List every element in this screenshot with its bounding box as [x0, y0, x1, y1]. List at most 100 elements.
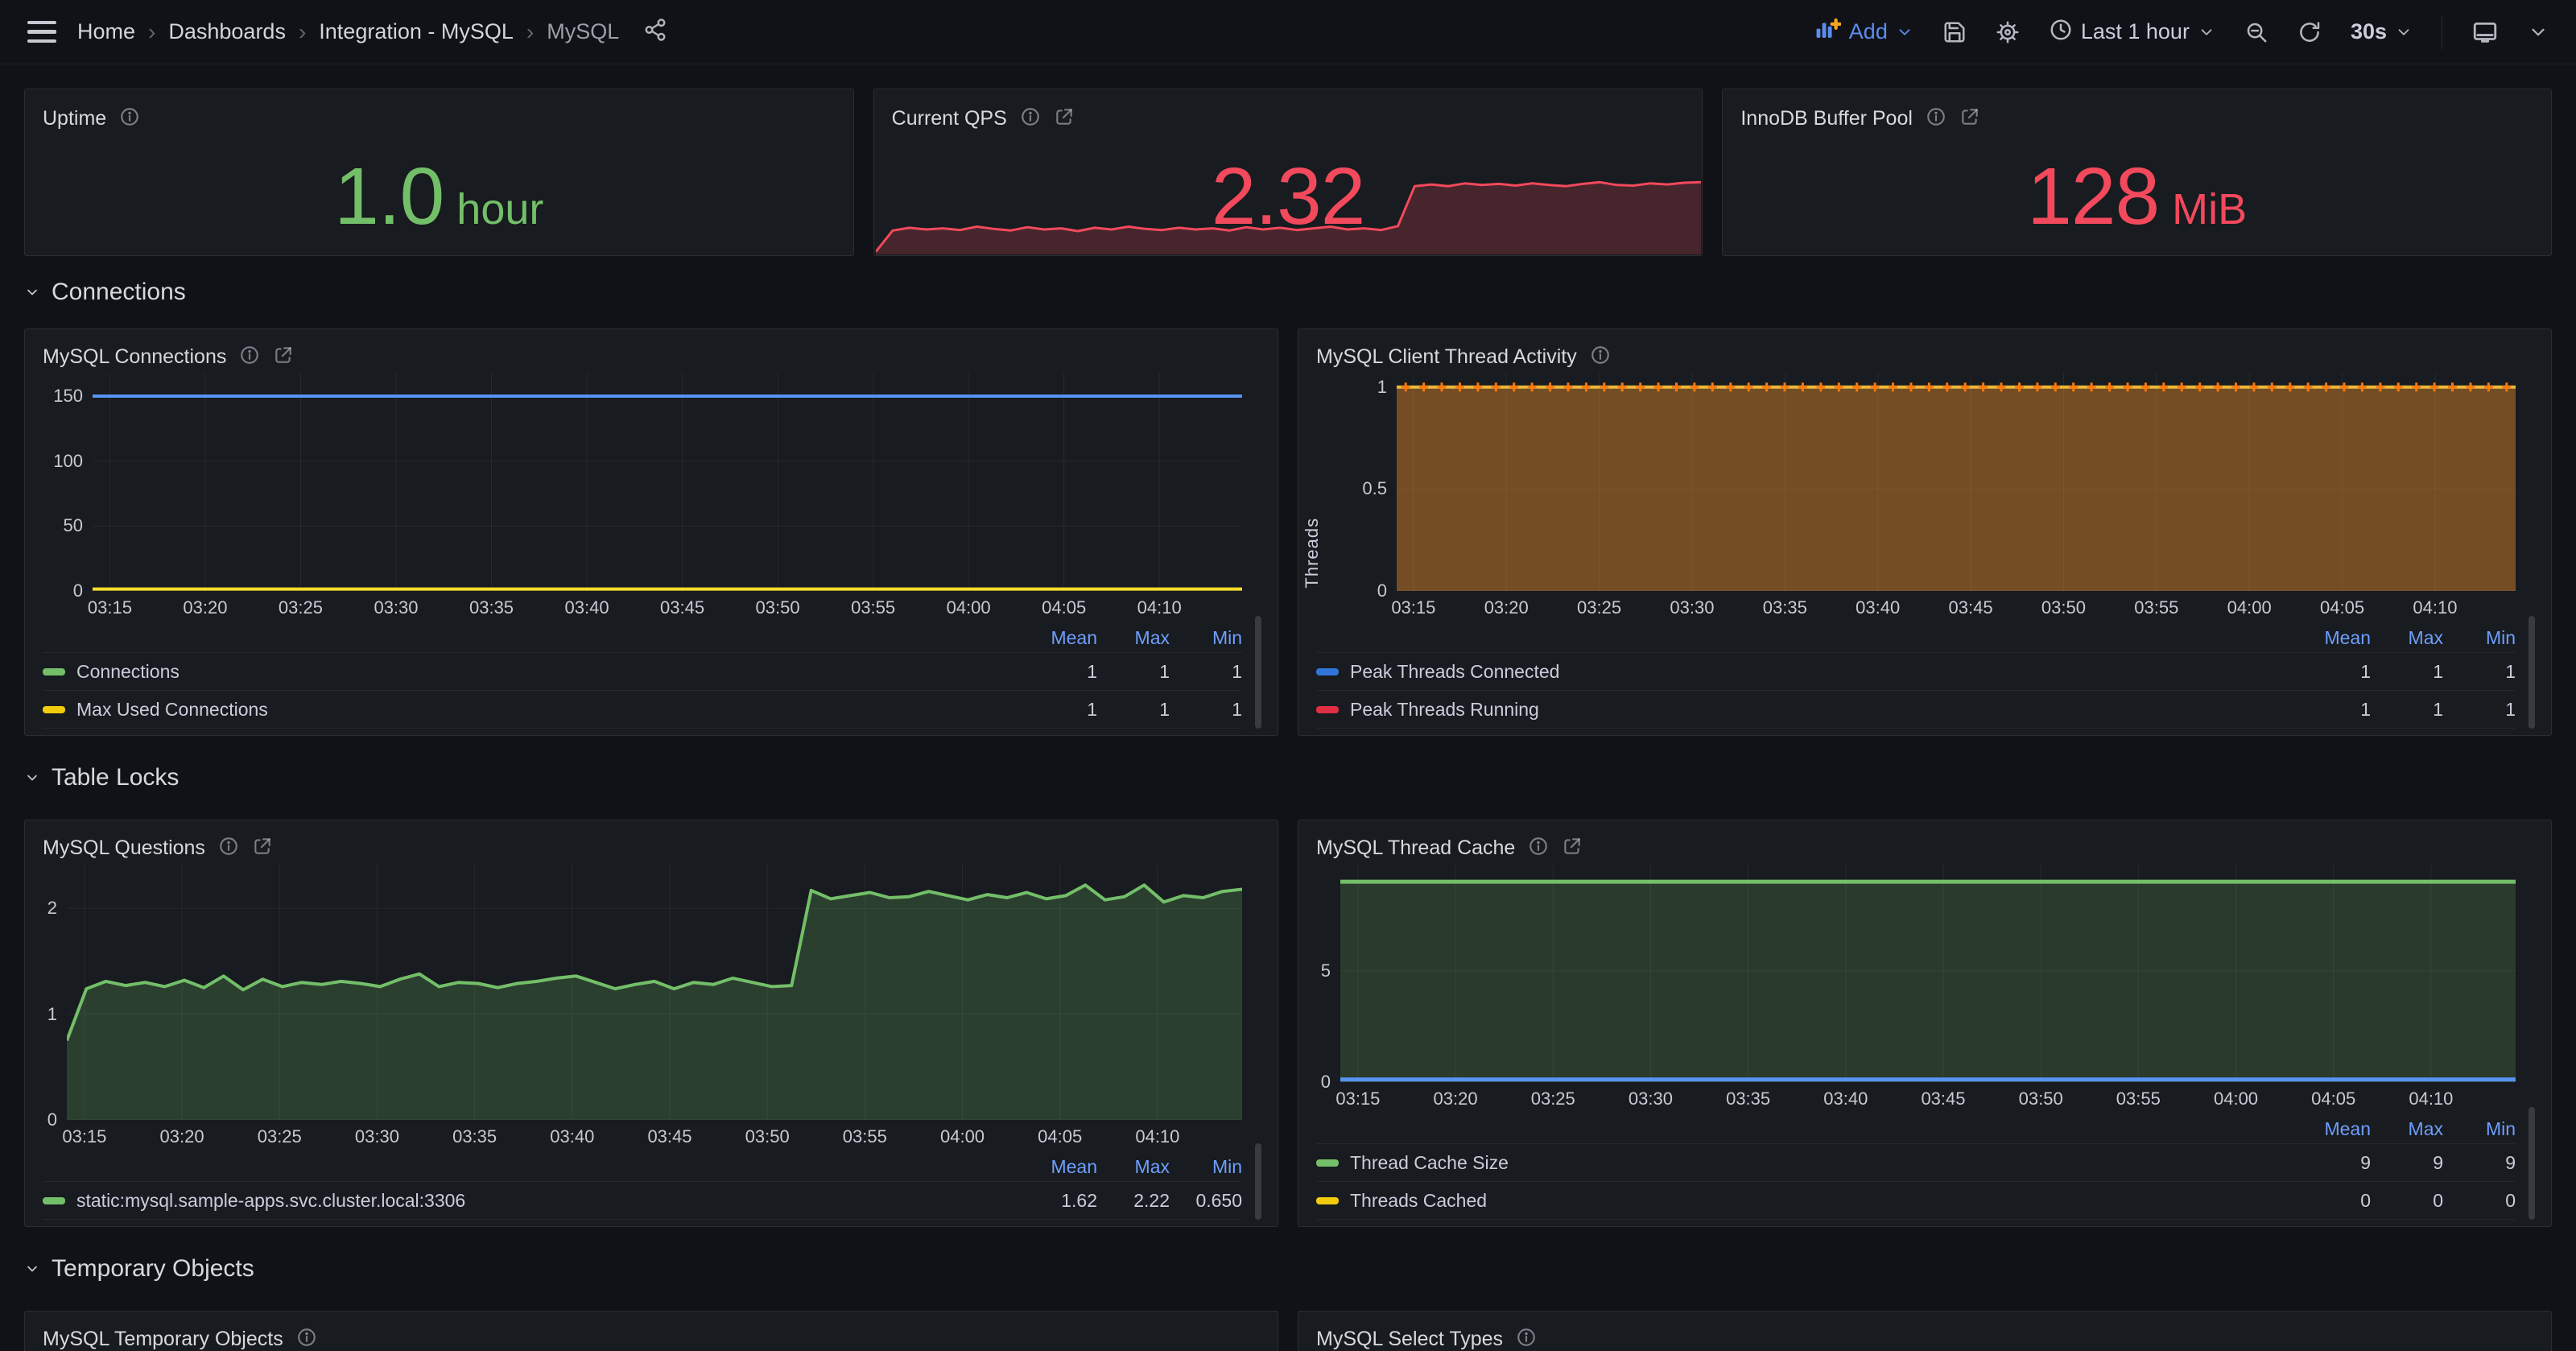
- x-tick-label: 03:50: [2019, 1089, 2063, 1109]
- legend-item[interactable]: Max Used Connections 1 1 1: [43, 690, 1242, 728]
- series-label[interactable]: static:mysql.sample-apps.svc.cluster.loc…: [76, 1190, 1025, 1212]
- x-tick-label: 03:35: [469, 597, 514, 618]
- x-tick-label: 03:45: [1949, 597, 1993, 618]
- connections-chart-plot[interactable]: [93, 373, 1242, 591]
- legend-mean: 1: [2298, 699, 2371, 721]
- info-icon[interactable]: [1020, 106, 1041, 131]
- stat-value: 1.0 hour: [25, 138, 853, 255]
- legend-item[interactable]: Thread Cache Size 9 9 9: [1316, 1143, 2516, 1181]
- series-label[interactable]: Threads Cached: [1350, 1190, 2298, 1212]
- innodb-value: 128: [2027, 151, 2159, 243]
- y-tick-label: 5: [1298, 960, 1331, 982]
- info-icon[interactable]: [218, 836, 239, 861]
- refresh-interval-picker[interactable]: 30s: [2351, 19, 2413, 44]
- legend-col-min[interactable]: Min: [2443, 1118, 2516, 1140]
- series-label[interactable]: Thread Cache Size: [1350, 1152, 2298, 1174]
- y-tick-label: 2: [24, 897, 57, 919]
- cache-chart-plot[interactable]: [1340, 864, 2516, 1082]
- legend-max: 1: [1097, 661, 1170, 683]
- external-link-icon[interactable]: [1562, 836, 1583, 861]
- section-temporary-objects[interactable]: Temporary Objects: [24, 1227, 2552, 1311]
- external-link-icon[interactable]: [1959, 106, 1980, 131]
- series-color-swatch: [43, 1197, 65, 1204]
- legend-col-mean[interactable]: Mean: [1025, 1156, 1097, 1178]
- breadcrumb-home[interactable]: Home: [77, 19, 135, 44]
- stats-row: Uptime 1.0 hour Current QPS: [24, 89, 2552, 256]
- breadcrumb-integration-mysql[interactable]: Integration - MySQL: [319, 19, 514, 44]
- legend-col-min[interactable]: Min: [1170, 1156, 1242, 1178]
- legend-scrollbar[interactable]: [1255, 616, 1261, 729]
- breadcrumb-current-mysql: MySQL: [547, 19, 619, 44]
- x-tick-label: 03:45: [660, 597, 704, 618]
- series-label[interactable]: Max Used Connections: [76, 699, 1025, 721]
- info-icon[interactable]: [1528, 836, 1549, 861]
- stat-value: 2.32: [874, 138, 1703, 255]
- section-connections[interactable]: Connections: [24, 256, 2552, 328]
- menu-icon[interactable]: [27, 21, 56, 43]
- legend-col-mean[interactable]: Mean: [2298, 627, 2371, 649]
- legend-mean: 1: [2298, 661, 2371, 683]
- legend-col-max[interactable]: Max: [1097, 627, 1170, 649]
- navbar-actions: Add Last 1 hour 30s: [1814, 15, 2549, 49]
- x-tick-label: 04:05: [2311, 1089, 2355, 1109]
- share-icon[interactable]: [643, 18, 667, 46]
- panel-title: InnoDB Buffer Pool: [1740, 107, 1913, 130]
- legend-scrollbar[interactable]: [2529, 1107, 2535, 1220]
- external-link-icon[interactable]: [273, 345, 294, 370]
- x-tick-label: 03:40: [550, 1126, 594, 1147]
- zoom-out-time-icon[interactable]: [2244, 20, 2268, 44]
- legend-scrollbar[interactable]: [2529, 616, 2535, 729]
- table-locks-row: MySQL Questions 012 03:1503:2003:2503:30…: [24, 820, 2552, 1227]
- info-icon[interactable]: [1516, 1327, 1537, 1351]
- info-icon[interactable]: [1926, 106, 1946, 131]
- x-tick-label: 03:50: [756, 597, 800, 618]
- info-icon[interactable]: [296, 1327, 317, 1351]
- legend-item[interactable]: Peak Threads Running 1 1 1: [1316, 690, 2516, 728]
- x-tick-label: 03:30: [1670, 597, 1714, 618]
- y-tick-label: 0: [24, 1109, 57, 1131]
- dashboard-settings-gear-icon[interactable]: [1996, 20, 2020, 44]
- series-label[interactable]: Peak Threads Connected: [1350, 661, 2298, 683]
- info-icon[interactable]: [119, 106, 140, 131]
- legend-col-mean[interactable]: Mean: [1025, 627, 1097, 649]
- activity-chart-plot[interactable]: [1397, 373, 2516, 591]
- x-tick-label: 03:55: [2134, 597, 2178, 618]
- time-range-picker[interactable]: Last 1 hour: [2049, 18, 2215, 46]
- section-table-locks[interactable]: Table Locks: [24, 736, 2552, 820]
- x-tick-label: 03:20: [160, 1126, 204, 1147]
- questions-chart-plot[interactable]: [67, 864, 1242, 1120]
- save-dashboard-icon[interactable]: [1942, 20, 1967, 44]
- legend-col-max[interactable]: Max: [2371, 1118, 2443, 1140]
- series-label[interactable]: Connections: [76, 661, 1025, 683]
- breadcrumb-dashboards[interactable]: Dashboards: [168, 19, 286, 44]
- x-tick-label: 03:25: [258, 1126, 302, 1147]
- legend-col-min[interactable]: Min: [2443, 627, 2516, 649]
- x-tick-label: 04:10: [1137, 597, 1182, 618]
- series-label[interactable]: Peak Threads Running: [1350, 699, 2298, 721]
- external-link-icon[interactable]: [252, 836, 273, 861]
- kiosk-monitor-icon[interactable]: [2471, 19, 2499, 46]
- add-button[interactable]: Add: [1814, 16, 1913, 48]
- panel-mysql-select-types: MySQL Select Types: [1298, 1311, 2552, 1351]
- legend-col-max[interactable]: Max: [2371, 627, 2443, 649]
- x-tick-label: 03:15: [1335, 1089, 1380, 1109]
- info-icon[interactable]: [1590, 345, 1611, 370]
- legend-min: 9: [2443, 1152, 2516, 1174]
- info-icon[interactable]: [239, 345, 260, 370]
- legend-col-min[interactable]: Min: [1170, 627, 1242, 649]
- legend-item[interactable]: Peak Threads Connected 1 1 1: [1316, 652, 2516, 690]
- external-link-icon[interactable]: [1054, 106, 1075, 131]
- legend: Mean Max Min Thread Cache Size 9 9 9 Thr…: [1298, 1114, 2551, 1221]
- x-tick-label: 03:50: [2041, 597, 2086, 618]
- navbar-more-chevron-icon[interactable]: [2528, 22, 2549, 43]
- legend-min: 1: [1170, 661, 1242, 683]
- legend-col-mean[interactable]: Mean: [2298, 1118, 2371, 1140]
- legend-item[interactable]: Connections 1 1 1: [43, 652, 1242, 690]
- legend-item[interactable]: Threads Cached 0 0 0: [1316, 1181, 2516, 1219]
- legend-item[interactable]: static:mysql.sample-apps.svc.cluster.loc…: [43, 1181, 1242, 1219]
- legend-col-max[interactable]: Max: [1097, 1156, 1170, 1178]
- refresh-icon[interactable]: [2297, 20, 2322, 44]
- x-tick-label: 03:55: [2116, 1089, 2161, 1109]
- legend-scrollbar[interactable]: [1255, 1143, 1261, 1220]
- x-tick-label: 03:25: [1531, 1089, 1575, 1109]
